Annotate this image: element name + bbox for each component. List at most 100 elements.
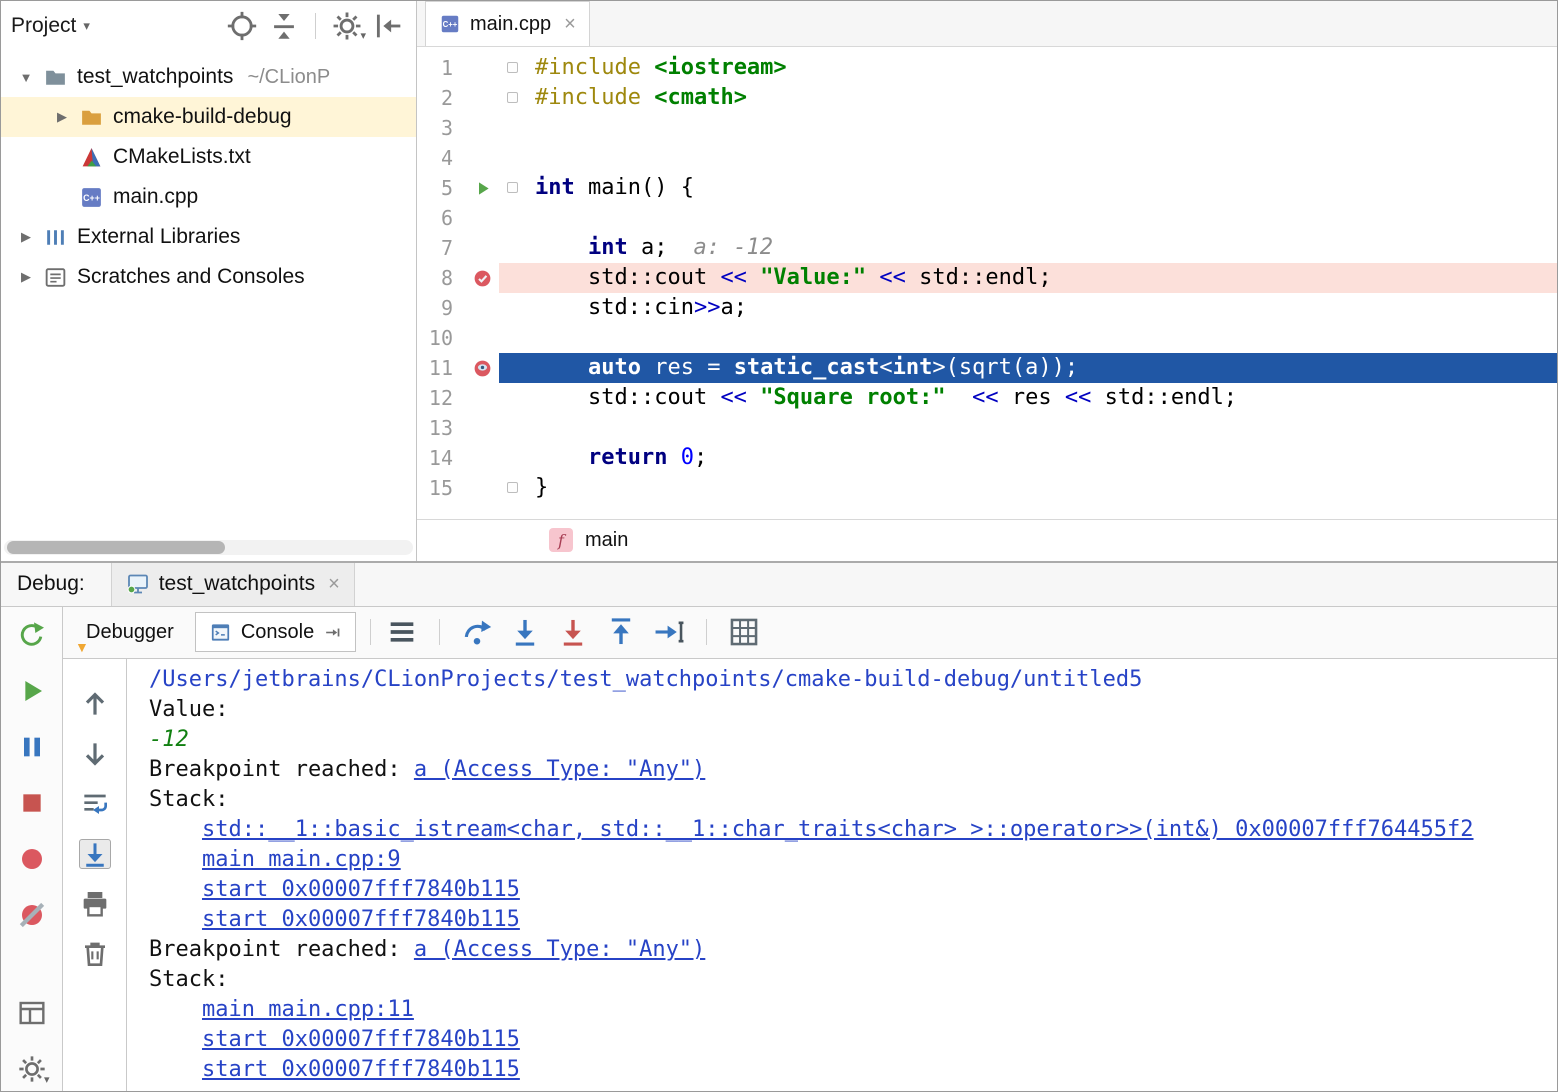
console-text <box>149 907 202 932</box>
chevron-collapsed-icon[interactable]: ▶ <box>9 269 43 285</box>
hide-panel-icon[interactable] <box>372 11 406 41</box>
down-stack-icon[interactable] <box>79 739 111 769</box>
fold-marker-icon[interactable] <box>507 92 518 103</box>
view-options-icon[interactable] <box>385 617 419 647</box>
tree-item-cmake-build-debug[interactable]: ▶cmake-build-debug <box>1 97 416 137</box>
tab-label: Console <box>241 621 314 644</box>
pause-icon[interactable] <box>16 731 48 763</box>
locate-icon[interactable] <box>225 11 259 41</box>
scroll-end-icon[interactable] <box>79 839 111 869</box>
code-text[interactable] <box>529 323 535 353</box>
debug-session-tab[interactable]: test_watchpoints × <box>111 563 355 606</box>
collapse-all-icon[interactable] <box>267 11 301 41</box>
fold-column <box>499 293 529 323</box>
console-link[interactable]: std::__1::basic_istream<char, std::__1::… <box>202 817 1474 842</box>
stop-icon[interactable] <box>16 787 48 819</box>
console-link[interactable]: start 0x00007fff7840b115 <box>202 1057 520 1082</box>
tree-item-main-cpp[interactable]: C++main.cpp <box>1 177 416 217</box>
watchpoint-icon[interactable] <box>472 358 493 379</box>
console-link[interactable]: start 0x00007fff7840b115 <box>202 877 520 902</box>
code-text[interactable] <box>529 143 535 173</box>
tab-main-cpp[interactable]: C++ main.cpp × <box>425 1 590 46</box>
chevron-collapsed-icon[interactable]: ▶ <box>45 109 79 125</box>
console-link[interactable]: start 0x00007fff7840b115 <box>202 1027 520 1052</box>
print-icon[interactable] <box>79 889 111 919</box>
fold-column <box>499 353 529 383</box>
code-line: 10 <box>417 323 1557 353</box>
breadcrumb-function[interactable]: main <box>585 529 628 552</box>
code-text[interactable]: auto res = static_cast<int>(sqrt(a)); <box>529 353 1078 383</box>
code-text[interactable] <box>529 203 535 233</box>
run-to-cursor-icon[interactable] <box>652 617 686 647</box>
notification-arrow-icon: ▼ <box>75 639 89 655</box>
code-area[interactable]: 1#include <iostream>2#include <cmath>345… <box>417 47 1557 519</box>
console-output[interactable]: /Users/jetbrains/CLionProjects/test_watc… <box>127 659 1557 1091</box>
fold-marker-icon[interactable] <box>507 482 518 493</box>
breadcrumb-bar: f main <box>417 519 1557 561</box>
code-text[interactable] <box>529 413 535 443</box>
step-into-icon[interactable] <box>508 617 542 647</box>
console-link[interactable]: main main.cpp:9 <box>202 847 401 872</box>
rerun-icon[interactable] <box>16 619 48 651</box>
clear-icon[interactable] <box>79 939 111 969</box>
code-text[interactable]: return 0; <box>529 443 707 473</box>
step-out-icon[interactable] <box>604 617 638 647</box>
code-line-body <box>499 413 1557 443</box>
step-over-icon[interactable] <box>460 617 494 647</box>
up-stack-icon[interactable] <box>79 689 111 719</box>
run-icon[interactable] <box>472 178 493 199</box>
project-hscrollbar[interactable] <box>4 540 413 555</box>
console-line: start 0x00007fff7840b115 <box>149 1055 1557 1085</box>
close-icon[interactable]: × <box>564 13 576 36</box>
settings-gear-icon[interactable]: ▾ <box>16 1053 48 1085</box>
code-text[interactable]: std::cout << "Square root:" << res << st… <box>529 383 1237 413</box>
force-step-into-icon[interactable] <box>556 617 590 647</box>
console-link[interactable]: a (Access Type: "Any") <box>414 757 705 782</box>
console-link[interactable]: start 0x00007fff7840b115 <box>202 907 520 932</box>
chevron-collapsed-icon[interactable]: ▶ <box>9 229 43 245</box>
fold-column <box>499 383 529 413</box>
code-text[interactable]: std::cout << "Value:" << std::endl; <box>529 263 1052 293</box>
fold-marker-icon[interactable] <box>507 182 518 193</box>
code-text[interactable]: int a;a: -12 <box>529 233 773 263</box>
tree-item-external-libraries[interactable]: ▶External Libraries <box>1 217 416 257</box>
editor-area: C++ main.cpp × 1#include <iostream>2#inc… <box>417 1 1557 561</box>
console-line: Value: <box>149 695 1557 725</box>
soft-wrap-icon[interactable] <box>79 789 111 819</box>
console-link[interactable]: a (Access Type: "Any") <box>414 937 705 962</box>
tab-debugger[interactable]: ▼ Debugger <box>73 612 187 652</box>
evaluate-icon[interactable] <box>727 617 761 647</box>
svg-text:C++: C++ <box>83 193 100 203</box>
code-line: 3 <box>417 113 1557 143</box>
fold-column <box>499 233 529 263</box>
restore-layout-icon[interactable] <box>16 997 48 1029</box>
settings-gear-icon[interactable]: ▾ <box>330 11 364 41</box>
console-text: -12 <box>149 727 189 752</box>
code-text[interactable] <box>529 113 535 143</box>
scrollbar-thumb[interactable] <box>7 541 225 554</box>
code-text[interactable]: } <box>529 473 548 503</box>
close-icon[interactable]: × <box>328 573 340 596</box>
chevron-down-icon[interactable]: ▾ <box>83 18 90 34</box>
code-text[interactable]: int main() { <box>529 173 694 203</box>
console-link[interactable]: main main.cpp:11 <box>202 997 414 1022</box>
fold-marker-icon[interactable] <box>507 62 518 73</box>
debug-panel: Debug: test_watchpoints × ▾ ▼ Debugger C… <box>1 563 1557 1091</box>
pin-icon[interactable] <box>323 623 342 642</box>
tree-item-scratches-and-consoles[interactable]: ▶Scratches and Consoles <box>1 257 416 297</box>
mute-breakpoints-icon[interactable] <box>16 899 48 931</box>
tab-console[interactable]: Console <box>195 612 356 652</box>
tree-item-test-watchpoints[interactable]: ▼test_watchpoints~/CLionP <box>1 57 416 97</box>
code-line-body: std::cout << "Value:" << std::endl; <box>499 263 1557 293</box>
chevron-expanded-icon[interactable]: ▼ <box>9 70 43 85</box>
debug-right: ▼ Debugger Console /Users/jetbrains/CLio… <box>63 607 1557 1091</box>
breakpoint-icon[interactable] <box>472 268 493 289</box>
project-panel-title[interactable]: Project <box>11 14 76 38</box>
view-breakpoints-icon[interactable] <box>16 843 48 875</box>
resume-icon[interactable] <box>16 675 48 707</box>
code-text[interactable]: #include <iostream> <box>529 53 787 83</box>
code-text[interactable]: std::cin>>a; <box>529 293 747 323</box>
tree-item-cmakelists-txt[interactable]: CMakeLists.txt <box>1 137 416 177</box>
line-number: 2 <box>417 83 465 113</box>
code-text[interactable]: #include <cmath> <box>529 83 747 113</box>
